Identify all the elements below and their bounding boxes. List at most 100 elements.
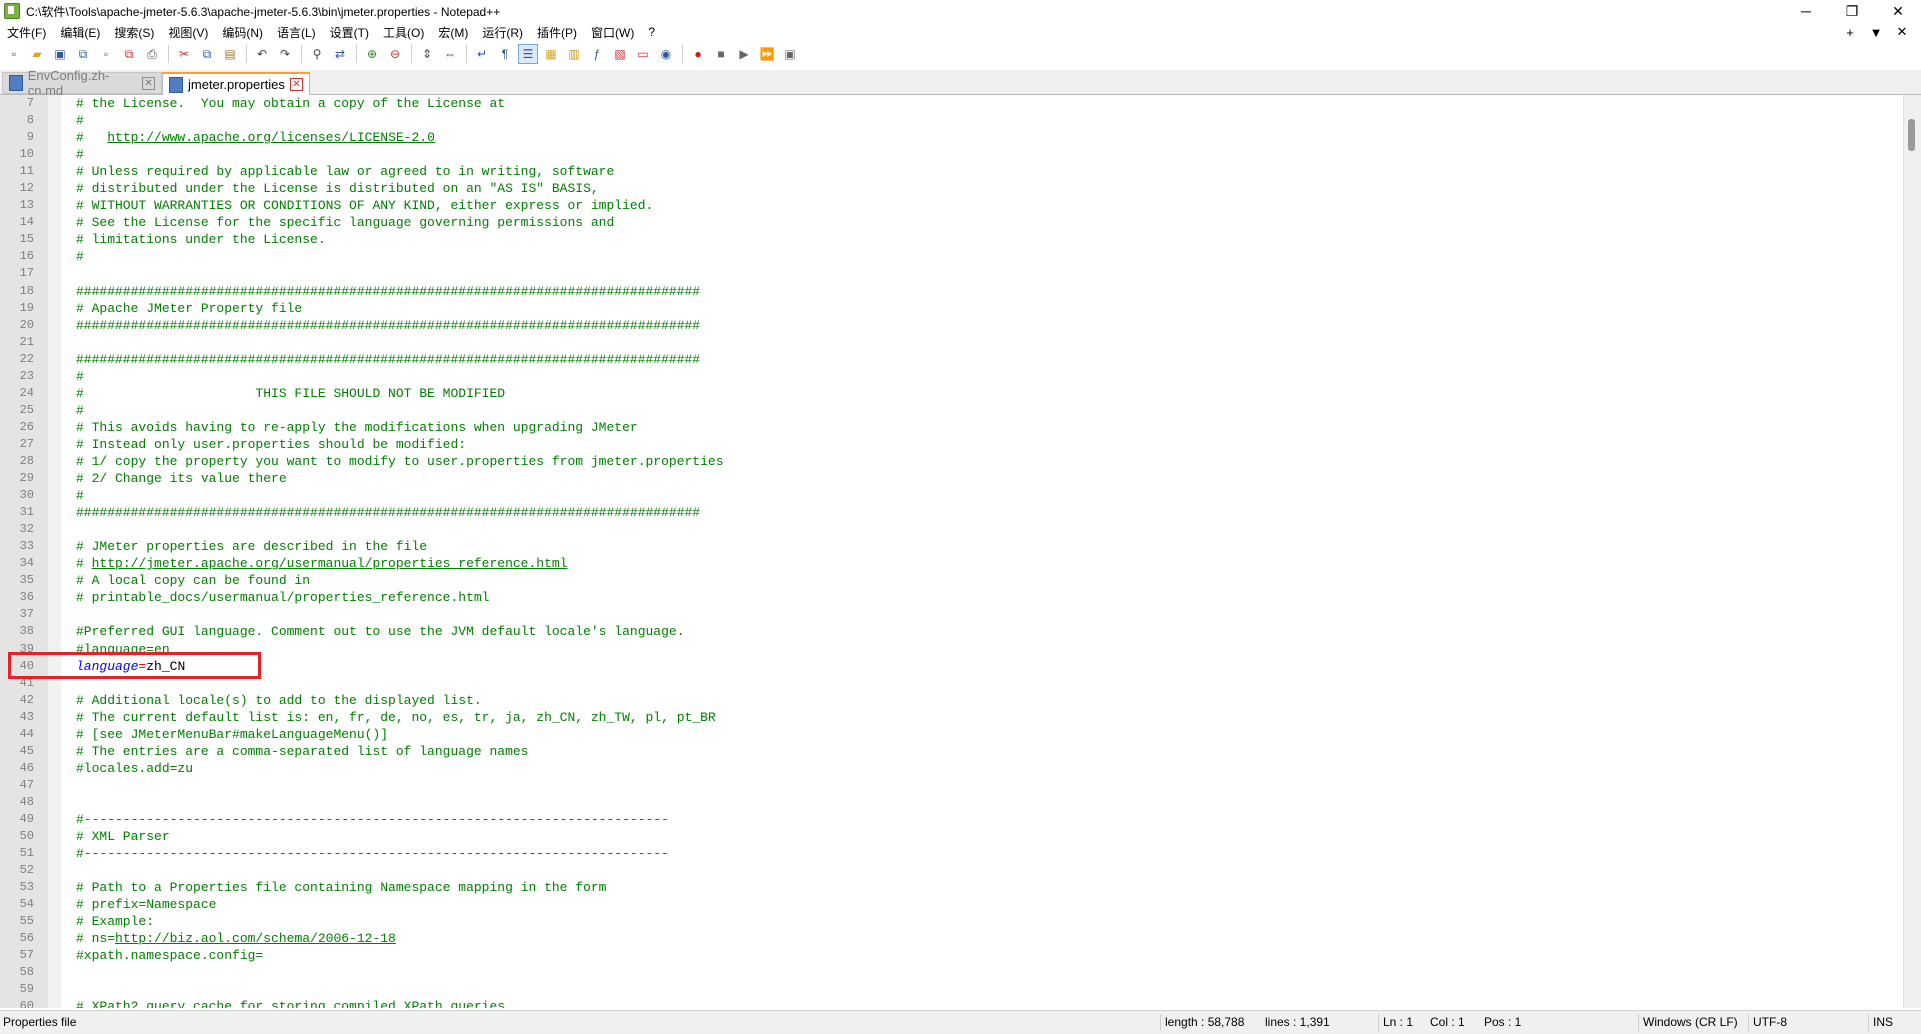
new-tab-icon[interactable]: + bbox=[1837, 25, 1863, 40]
code-line[interactable]: 7 # the License. You may obtain a copy of… bbox=[0, 95, 1905, 112]
minimize-button[interactable]: ─ bbox=[1783, 0, 1829, 22]
word-wrap-icon[interactable]: ↵ bbox=[472, 44, 492, 64]
doc-map-icon[interactable]: ▥ bbox=[564, 44, 584, 64]
print-icon[interactable]: ⎙ bbox=[142, 44, 162, 64]
status-encoding[interactable]: UTF-8 bbox=[1753, 1015, 1787, 1029]
code-line[interactable]: 50 # XML Parser bbox=[0, 828, 1905, 845]
code-line[interactable]: 51 #-------------------------------------… bbox=[0, 845, 1905, 862]
code-line[interactable]: 23 # bbox=[0, 368, 1905, 385]
code-line[interactable]: 54 # prefix=Namespace bbox=[0, 896, 1905, 913]
close-tab-icon[interactable]: ✕ bbox=[1889, 24, 1915, 40]
code-line[interactable]: 24 # THIS FILE SHOULD NOT BE MODIFIED bbox=[0, 385, 1905, 402]
code-line[interactable]: 39 #language=en bbox=[0, 641, 1905, 658]
code-line[interactable]: 58 bbox=[0, 964, 1905, 981]
code-line[interactable]: 17 bbox=[0, 265, 1905, 282]
url-link[interactable]: http://biz.aol.com/schema/2006-12-18 bbox=[115, 931, 396, 946]
code-line[interactable]: 43 # The current default list is: en, fr,… bbox=[0, 709, 1905, 726]
save-all-icon[interactable]: ⧉ bbox=[73, 44, 93, 64]
url-link[interactable]: http://jmeter.apache.org/usermanual/prop… bbox=[92, 556, 568, 571]
stop-macro-icon[interactable]: ■ bbox=[711, 44, 731, 64]
code-line[interactable]: 37 bbox=[0, 606, 1905, 623]
code-line[interactable]: 20 ######################################… bbox=[0, 317, 1905, 334]
code-line[interactable]: 11 # Unless required by applicable law or… bbox=[0, 163, 1905, 180]
scrollbar-thumb[interactable] bbox=[1908, 119, 1915, 151]
code-line[interactable]: 28 # 1/ copy the property you want to mod… bbox=[0, 453, 1905, 470]
notepadpp-app-icon[interactable] bbox=[4, 3, 20, 19]
code-line[interactable]: 57 #xpath.namespace.config= bbox=[0, 947, 1905, 964]
find-icon[interactable]: ⚲ bbox=[307, 44, 327, 64]
menu-window[interactable]: 窗口(W) bbox=[584, 24, 641, 41]
close-button[interactable]: ✕ bbox=[1875, 0, 1921, 22]
menu-language[interactable]: 语言(L) bbox=[270, 24, 323, 41]
show-all-chars-icon[interactable]: ¶ bbox=[495, 44, 515, 64]
menu-macro[interactable]: 宏(M) bbox=[431, 24, 475, 41]
menu-edit[interactable]: 编辑(E) bbox=[53, 24, 107, 41]
status-eol[interactable]: Windows (CR LF) bbox=[1643, 1015, 1738, 1029]
code-line[interactable]: 15 # limitations under the License. bbox=[0, 231, 1905, 248]
monitoring-icon[interactable]: ◉ bbox=[656, 44, 676, 64]
udl-icon[interactable]: ▦ bbox=[541, 44, 561, 64]
code-line[interactable]: 41 bbox=[0, 675, 1905, 692]
save-icon[interactable]: ▣ bbox=[50, 44, 70, 64]
tab-envconfig[interactable]: EnvConfig.zh-cn.md ✕ bbox=[2, 68, 162, 98]
code-line[interactable]: 42 # Additional locale(s) to add to the d… bbox=[0, 692, 1905, 709]
code-line[interactable]: 22 ######################################… bbox=[0, 351, 1905, 368]
maximize-button[interactable]: ❐ bbox=[1829, 0, 1875, 22]
redo-icon[interactable]: ↷ bbox=[275, 44, 295, 64]
code-line[interactable]: 60 # XPath2 query cache for storing compi… bbox=[0, 998, 1905, 1008]
code-line[interactable]: 32 bbox=[0, 521, 1905, 538]
editor-area[interactable]: 7 # the License. You may obtain a copy of… bbox=[0, 95, 1921, 1008]
code-line[interactable]: 18 ######################################… bbox=[0, 283, 1905, 300]
code-line[interactable]: 49 #-------------------------------------… bbox=[0, 811, 1905, 828]
code-line[interactable]: 16 # bbox=[0, 248, 1905, 265]
folder-workspace-icon[interactable]: ▧ bbox=[610, 44, 630, 64]
menu-settings[interactable]: 设置(T) bbox=[323, 24, 376, 41]
code-line[interactable]: 40 language=zh_CN bbox=[0, 658, 1905, 675]
open-file-icon[interactable]: ▰ bbox=[27, 44, 47, 64]
menu-tools[interactable]: 工具(O) bbox=[376, 24, 431, 41]
run-macro-multiple-icon[interactable]: ⏩ bbox=[757, 44, 777, 64]
menu-encoding[interactable]: 编码(N) bbox=[215, 24, 270, 41]
vertical-scrollbar[interactable] bbox=[1903, 95, 1921, 1008]
code-line[interactable]: 30 # bbox=[0, 487, 1905, 504]
code-line[interactable]: 36 # printable_docs/usermanual/properties… bbox=[0, 589, 1905, 606]
code-line[interactable]: 10 # bbox=[0, 146, 1905, 163]
tab-close-icon[interactable]: ✕ bbox=[142, 76, 155, 90]
url-link[interactable]: http://www.apache.org/licenses/LICENSE-2… bbox=[107, 130, 435, 145]
menu-plugins[interactable]: 插件(P) bbox=[530, 24, 584, 41]
code-line[interactable]: 34 # http://jmeter.apache.org/usermanual/… bbox=[0, 555, 1905, 572]
code-line[interactable]: 27 # Instead only user.properties should … bbox=[0, 436, 1905, 453]
sync-horizontal-icon[interactable]: ⇔ bbox=[440, 44, 460, 64]
close-icon[interactable]: ▫ bbox=[96, 44, 116, 64]
status-insert-mode[interactable]: INS bbox=[1873, 1015, 1893, 1029]
code-line[interactable]: 13 # WITHOUT WARRANTIES OR CONDITIONS OF … bbox=[0, 197, 1905, 214]
code-line[interactable]: 21 bbox=[0, 334, 1905, 351]
code-line[interactable]: 25 # bbox=[0, 402, 1905, 419]
code-line[interactable]: 48 bbox=[0, 794, 1905, 811]
doc-list-icon[interactable]: ▭ bbox=[633, 44, 653, 64]
code-line[interactable]: 35 # A local copy can be found in bbox=[0, 572, 1905, 589]
code-line[interactable]: 52 bbox=[0, 862, 1905, 879]
code-lines[interactable]: 7 # the License. You may obtain a copy of… bbox=[0, 95, 1905, 1008]
tab-close-icon[interactable]: ✕ bbox=[290, 78, 303, 91]
menu-run[interactable]: 运行(R) bbox=[475, 24, 530, 41]
zoom-in-icon[interactable]: ⊕ bbox=[362, 44, 382, 64]
play-macro-icon[interactable]: ▶ bbox=[734, 44, 754, 64]
close-all-icon[interactable]: ⧉ bbox=[119, 44, 139, 64]
code-line[interactable]: 55 # Example: bbox=[0, 913, 1905, 930]
code-line[interactable]: 19 # Apache JMeter Property file bbox=[0, 300, 1905, 317]
code-line[interactable]: 59 bbox=[0, 981, 1905, 998]
menu-view[interactable]: 视图(V) bbox=[161, 24, 215, 41]
function-list-icon[interactable]: ƒ bbox=[587, 44, 607, 64]
code-line[interactable]: 33 # JMeter properties are described in t… bbox=[0, 538, 1905, 555]
code-line[interactable]: 29 # 2/ Change its value there bbox=[0, 470, 1905, 487]
cut-icon[interactable]: ✂ bbox=[174, 44, 194, 64]
code-line[interactable]: 45 # The entries are a comma-separated li… bbox=[0, 743, 1905, 760]
new-file-icon[interactable]: ▫ bbox=[4, 44, 24, 64]
code-line[interactable]: 38 #Preferred GUI language. Comment out t… bbox=[0, 623, 1905, 640]
code-line[interactable]: 53 # Path to a Properties file containing… bbox=[0, 879, 1905, 896]
zoom-out-icon[interactable]: ⊖ bbox=[385, 44, 405, 64]
indent-guide-icon[interactable]: ☰ bbox=[518, 44, 538, 64]
code-line[interactable]: 44 # [see JMeterMenuBar#makeLanguageMenu(… bbox=[0, 726, 1905, 743]
record-macro-icon[interactable]: ● bbox=[688, 44, 708, 64]
